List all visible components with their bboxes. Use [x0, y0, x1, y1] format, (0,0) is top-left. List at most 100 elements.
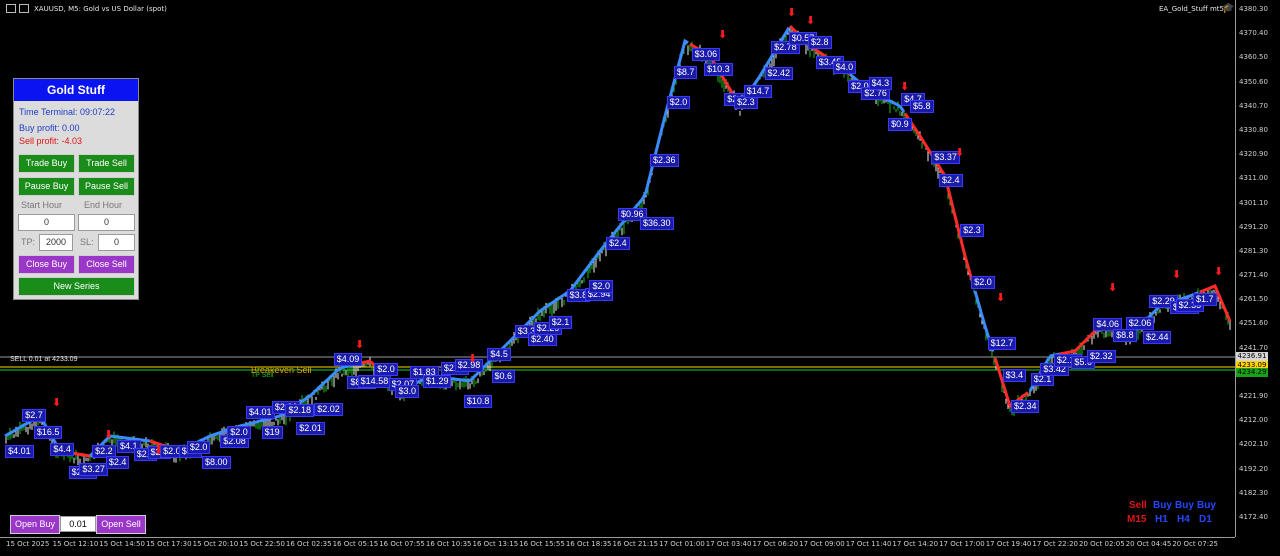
sell-arrow-icon: ⬇: [104, 428, 114, 441]
time-tick-label: 15 Oct 22:50: [239, 540, 285, 548]
profit-label: $2.42: [764, 66, 794, 80]
profit-label: $2.44: [1142, 330, 1172, 344]
price-tick-label: 4182.30: [1239, 488, 1268, 497]
d1-label: D1: [1199, 514, 1212, 525]
d1-signal: Buy: [1197, 500, 1216, 511]
time-tick-label: 17 Oct 19:40: [985, 540, 1032, 548]
profit-label: $2.0: [227, 425, 251, 439]
tp-input[interactable]: 2000: [39, 234, 73, 251]
profit-label: $3.4: [1002, 368, 1027, 382]
time-tick-label: 20 Oct 04:45: [1125, 540, 1172, 548]
profit-label: $2.18: [285, 404, 315, 418]
window-icon[interactable]: [6, 4, 16, 13]
buy-profit: Buy profit: 0.00: [19, 123, 80, 133]
time-tick-label: 16 Oct 02:35: [285, 540, 332, 548]
tp-input-label: TP:: [21, 237, 36, 247]
end-hour-input[interactable]: 0: [78, 214, 135, 231]
lot-size-input[interactable]: 0.01: [60, 516, 96, 532]
sell-order-label: SELL 0.01 at 4233.09: [10, 356, 78, 363]
sl-input-label: SL:: [80, 237, 94, 247]
sl-input[interactable]: 0: [98, 234, 135, 251]
profit-label: $1.7: [1193, 293, 1217, 307]
time-tick-label: 16 Oct 10:35: [425, 540, 472, 548]
profit-label: $4.01: [5, 444, 34, 458]
profit-label: $3.0: [395, 384, 419, 398]
end-hour-label: End Hour: [84, 200, 123, 210]
start-hour-label: Start Hour: [21, 200, 63, 210]
price-chart[interactable]: SELL 0.01 at 4233.09 Breakeven Sell TP S…: [0, 0, 1235, 537]
open-sell-button[interactable]: Open Sell: [96, 515, 146, 534]
price-tick-label: 4320.90: [1239, 150, 1268, 159]
trade-sell-button[interactable]: Trade Sell: [78, 154, 135, 173]
sell-arrow-icon: ⬇: [955, 146, 965, 159]
time-terminal: Time Terminal: 09:07:22: [19, 107, 116, 117]
time-tick-label: 16 Oct 15:55: [519, 540, 565, 548]
h4-label: H4: [1177, 514, 1190, 525]
price-tick-label: 4311.00: [1239, 174, 1268, 183]
profit-label: $2.06: [1125, 316, 1155, 330]
pause-buy-button[interactable]: Pause Buy: [18, 177, 75, 196]
profit-label: $0.9: [888, 117, 912, 131]
profit-label: $4.0: [832, 61, 857, 75]
profit-label: $2.7: [22, 409, 46, 423]
h4-signal: Buy: [1175, 500, 1194, 511]
hat-icon[interactable]: 🎓: [1222, 3, 1234, 14]
profit-label: $16.5: [33, 425, 63, 439]
profit-label: $2.32: [1087, 349, 1116, 363]
profit-label: $2.1: [548, 316, 573, 330]
open-buy-button[interactable]: Open Buy: [10, 515, 60, 534]
price-tick-label: 4340.70: [1239, 101, 1268, 110]
profit-label: $4.5: [487, 348, 511, 361]
price-tick-label: 4192.20: [1239, 464, 1268, 473]
sell-arrow-icon: ⬇: [718, 28, 728, 41]
price-tick-label: 4221.90: [1239, 392, 1268, 401]
time-tick-label: 20 Oct 07:25: [1172, 540, 1218, 548]
sell-arrow-icon: ⬇: [468, 352, 478, 365]
profit-label: $36.30: [640, 216, 674, 230]
time-tick-label: 16 Oct 18:35: [565, 540, 612, 548]
time-tick-label: 15 Oct 2025: [6, 540, 50, 548]
price-tick-label: 4271.40: [1239, 271, 1268, 280]
price-tick-label: 4291.20: [1239, 222, 1268, 231]
sell-arrow-icon: ⬇: [355, 338, 365, 351]
sell-arrow-icon: ⬇: [996, 291, 1006, 304]
trend-band: [903, 112, 976, 288]
sell-arrow-icon: ⬇: [787, 6, 797, 19]
profit-label: $5.8: [910, 99, 934, 113]
window-icon[interactable]: [19, 4, 29, 13]
new-series-button[interactable]: New Series: [18, 277, 135, 296]
price-tick-label: 4301.10: [1239, 198, 1268, 207]
profit-label: $14.58: [357, 375, 392, 389]
profit-label: $14.7: [743, 85, 773, 99]
gold-stuff-panel: Gold Stuff Time Terminal: 09:07:22 Buy p…: [13, 78, 139, 300]
time-tick-label: 17 Oct 17:00: [939, 540, 985, 548]
start-hour-input[interactable]: 0: [18, 214, 75, 231]
profit-label: $2.8: [808, 35, 832, 49]
time-tick-label: 16 Oct 07:55: [379, 540, 425, 548]
trade-buy-button[interactable]: Trade Buy: [18, 154, 75, 173]
h1-signal: Buy: [1153, 500, 1172, 511]
time-tick-label: 17 Oct 09:00: [799, 540, 845, 548]
profit-label: $2.4: [105, 456, 130, 470]
close-sell-button[interactable]: Close Sell: [78, 255, 135, 274]
profit-label: $4.3: [868, 77, 893, 91]
profit-label: $2.4: [606, 237, 630, 251]
time-tick-label: 15 Oct 14:50: [99, 540, 145, 548]
pause-sell-button[interactable]: Pause Sell: [78, 177, 135, 196]
profit-label: $2.0: [666, 95, 691, 109]
time-tick-label: 16 Oct 05:15: [332, 540, 379, 548]
price-tick-label: 4251.60: [1239, 319, 1268, 328]
time-tick-label: 17 Oct 14:20: [892, 540, 939, 548]
time-tick-label: 17 Oct 22:20: [1032, 540, 1079, 548]
profit-label: $10.3: [704, 62, 733, 76]
sell-arrow-icon: ⬇: [1108, 281, 1118, 294]
time-tick-label: 15 Oct 20:10: [192, 540, 239, 548]
time-tick-label: 15 Oct 12:10: [52, 540, 99, 548]
time-tick-label: 17 Oct 01:00: [659, 540, 705, 548]
profit-label: $19: [261, 425, 283, 439]
sell-arrow-icon: ⬇: [1214, 265, 1224, 278]
panel-title: Gold Stuff: [14, 79, 138, 101]
close-buy-button[interactable]: Close Buy: [18, 255, 75, 274]
profit-label: $1.29: [422, 375, 452, 389]
profit-label: $3.27: [79, 463, 108, 477]
